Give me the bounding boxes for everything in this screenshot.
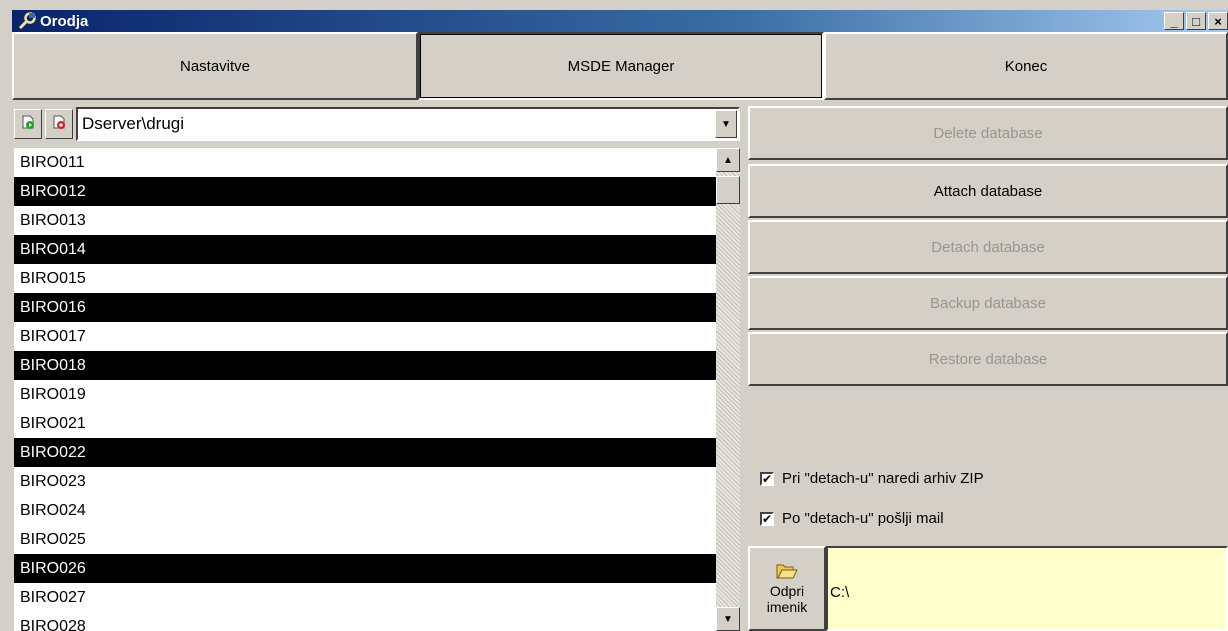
- database-row[interactable]: BIRO016: [14, 293, 716, 322]
- database-row[interactable]: BIRO013: [14, 206, 716, 235]
- open-folder-label-2: imenik: [766, 599, 808, 616]
- database-row[interactable]: BIRO014: [14, 235, 716, 264]
- list-scrollbar[interactable]: ▲ ▼: [716, 148, 740, 631]
- database-row[interactable]: BIRO017: [14, 322, 716, 351]
- server-toolbar: Dserver\drugi ▼: [14, 104, 740, 144]
- scroll-thumb[interactable]: [716, 176, 740, 204]
- database-row[interactable]: BIRO018: [14, 351, 716, 380]
- start-server-icon: [20, 114, 36, 135]
- database-row[interactable]: BIRO012: [14, 177, 716, 206]
- minimize-button[interactable]: _: [1164, 12, 1184, 30]
- database-row[interactable]: BIRO028: [14, 612, 716, 631]
- database-row[interactable]: BIRO024: [14, 496, 716, 525]
- database-row[interactable]: BIRO011: [14, 148, 716, 177]
- open-folder-label-1: Odpri: [769, 582, 805, 599]
- scroll-up-icon[interactable]: ▲: [716, 148, 740, 172]
- server-combo-value: Dserver\drugi: [82, 114, 185, 133]
- database-row[interactable]: BIRO022: [14, 438, 716, 467]
- folder-path-field[interactable]: C:\: [826, 546, 1228, 631]
- actions-panel: Delete database Attach database Detach d…: [748, 104, 1228, 631]
- backup-database-button[interactable]: Backup database: [748, 276, 1228, 330]
- mail-checkbox[interactable]: ✔: [760, 511, 774, 526]
- database-row[interactable]: BIRO025: [14, 525, 716, 554]
- restore-database-button[interactable]: Restore database: [748, 332, 1228, 386]
- attach-database-button[interactable]: Attach database: [748, 164, 1228, 218]
- database-row[interactable]: BIRO023: [14, 467, 716, 496]
- database-row[interactable]: BIRO027: [14, 583, 716, 612]
- mail-option-label: Po "detach-u" pošlji mail: [782, 510, 944, 527]
- scroll-down-icon[interactable]: ▼: [716, 607, 740, 631]
- maximize-button[interactable]: □: [1186, 12, 1206, 30]
- open-folder-button[interactable]: Odpri imenik: [748, 546, 826, 631]
- window-title: Orodja: [40, 12, 89, 30]
- tab-nastavitve[interactable]: Nastavitve: [12, 32, 418, 100]
- stop-server-icon: [51, 114, 67, 135]
- folder-open-icon: [776, 562, 798, 583]
- zip-checkbox[interactable]: ✔: [760, 471, 774, 486]
- database-row[interactable]: BIRO015: [14, 264, 716, 293]
- tab-konec[interactable]: Konec: [824, 32, 1228, 100]
- stop-server-button[interactable]: [45, 109, 73, 139]
- zip-option[interactable]: ✔ Pri "detach-u" naredi arhiv ZIP: [760, 470, 984, 487]
- start-server-button[interactable]: [14, 109, 42, 139]
- database-row[interactable]: BIRO026: [14, 554, 716, 583]
- tab-msde-manager[interactable]: MSDE Manager: [418, 32, 824, 100]
- zip-option-label: Pri "detach-u" naredi arhiv ZIP: [782, 470, 984, 487]
- tools-icon: [16, 11, 38, 31]
- database-row[interactable]: BIRO021: [14, 409, 716, 438]
- chevron-down-icon[interactable]: ▼: [715, 110, 737, 138]
- delete-database-button[interactable]: Delete database: [748, 106, 1228, 160]
- mail-option[interactable]: ✔ Po "detach-u" pošlji mail: [760, 510, 944, 527]
- detach-database-button[interactable]: Detach database: [748, 220, 1228, 274]
- title-bar[interactable]: Orodja _ □ ×: [12, 10, 1228, 32]
- main-tabs: Nastavitve MSDE Manager Konec: [12, 32, 1228, 100]
- close-button[interactable]: ×: [1208, 12, 1228, 30]
- database-row[interactable]: BIRO019: [14, 380, 716, 409]
- database-list[interactable]: BIRO011 BIRO012 BIRO013 BIRO014 BIRO015 BIRO0…: [14, 148, 716, 631]
- server-combo[interactable]: Dserver\drugi ▼: [76, 107, 740, 141]
